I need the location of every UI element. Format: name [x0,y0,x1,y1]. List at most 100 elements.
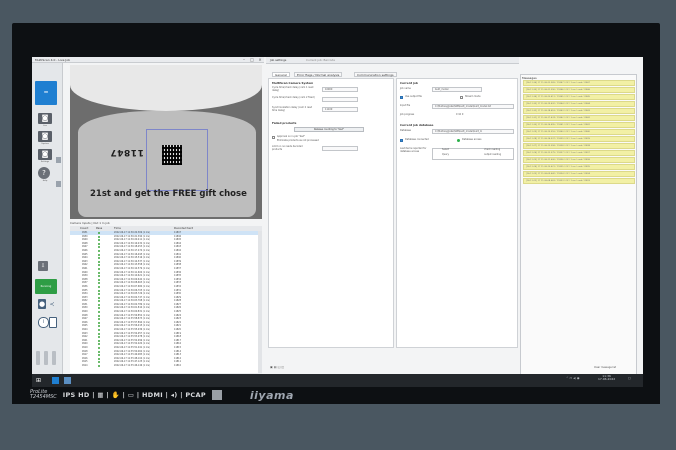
bezel-model: ProLite T2454MSC [30,390,57,400]
share-icon[interactable]: ≺ [48,299,56,309]
input-file-label: Input file [400,104,411,107]
message-item[interactable]: [16:11:35] 17 11:36:21.390 / 11846 / OK … [523,86,635,94]
table-cell: output reading [484,153,502,156]
database-section-title: Current job database [400,123,434,127]
tab-error-flags[interactable]: Error flags / Normal analysis [294,72,343,77]
clock-date: 17.06.2022 [598,377,616,382]
camera-lens-top [70,65,262,111]
limit-label: Limit on no reads decoded products [272,145,303,151]
clear-messages-button[interactable]: Clear message list [594,366,616,369]
table-cell: Query [442,153,449,156]
last-items-label: Last items reported for database access [400,147,427,153]
backdrop [12,404,660,441]
table-row[interactable]: 9914 2022-06-17 11:35:46.146 (1 ms) 11810 [70,364,262,368]
message-item[interactable]: [16:11:33] 17 11:36:19.432 / 11844 / OK … [523,100,635,108]
slider-3-icon[interactable] [52,351,56,365]
limit-input[interactable] [322,146,358,151]
mid-window-subtitle: Current job: Barcode [306,58,335,62]
cycle-delay-input[interactable]: 10000 [322,87,358,92]
camera-view[interactable]: 11847 21st and get the FREE gift chose [70,65,262,219]
message-item[interactable]: [16:11:34] 17 11:36:20.411 / 11845 / OK … [523,93,635,101]
status-button[interactable]: Running [35,279,57,294]
left-window-titlebar: MultiScan 4.0 - Live Job [32,57,264,63]
db-connected-checkbox[interactable] [400,139,403,142]
maximize-icon[interactable]: □ [248,57,256,63]
message-item[interactable]: [16:11:26] 17 11:36:12.579 / 11837 / OK … [523,149,635,157]
left-window-title: MultiScan 4.0 - Live Job [35,58,71,62]
job-progress-value: 0 10 0 [456,113,464,116]
field-label-2: Cycle time/check delay (cam 2 fixed) [272,96,315,99]
close-icon[interactable]: × [256,57,264,63]
minimize-icon[interactable]: – [240,57,248,63]
use-output-label: Use output file [405,95,422,98]
message-item[interactable]: [16:11:32] 17 11:36:18.453 / 11843 / OK … [523,107,635,115]
settings-panel-left [268,78,394,348]
field-label-1: Cycle time/check delay (cam 1 read delay… [272,86,314,92]
database-input[interactable]: C:\MultiLog\Jobs\SKB\built_model\built_m [432,129,514,134]
bezel-model-line2: T2454MSC [30,394,57,400]
camera-text-number: 11847 [110,147,144,157]
tool-label-live: Live [42,125,48,127]
tool-label-capture: Capture [41,143,49,145]
taskbar-app-icon[interactable] [64,377,71,384]
left-toolbar: ━ ◙ Live ◙ Capture ◙ Settings ? Help ⇩ R… [32,63,63,379]
capture-icon[interactable]: ◙ [38,131,52,142]
settings-camera-icon[interactable]: ◙ [38,149,52,160]
monitor-bezel: ProLite T2454MSC IPS HD | ▦ | ✋ | ▭ | HD… [12,386,660,404]
tab-general[interactable]: General [272,72,290,77]
tray-icons[interactable]: ⌃ ▭ ◂) ◉ [566,376,580,380]
desktop-screen: MultiScan 4.0 - Live Job – □ × ━ ◙ Live … [32,57,643,387]
camera-icon[interactable]: ◙ [38,113,52,124]
release-counting-button[interactable]: Release counting to "bad" [294,127,364,132]
bottom-toolbar-icons[interactable]: ▣ ▤ ◱ ◫ [270,366,284,369]
mid-window-titlebar: Job settings Current job: Barcode [266,57,519,64]
message-item[interactable]: [16:11:27] 17 11:36:13.558 / 11838 / OK … [523,142,635,150]
input-file-input[interactable]: C:\MultiLog\Jobs\SKB\built_model\built_m… [432,104,514,109]
info-icon[interactable]: i [38,317,49,328]
iiyama-logo: iiyama [249,388,294,402]
document-icon[interactable] [49,317,57,328]
datamatrix-code [162,145,182,165]
message-item[interactable]: [16:11:28] 17 11:36:14.537 / 11839 / OK … [523,135,635,143]
use-output-checkbox[interactable] [400,96,403,99]
message-item[interactable]: [16:11:31] 17 11:36:17.474 / 11842 / OK … [523,114,635,122]
history-scrollbar[interactable] [258,231,262,373]
stream-mode-label: Stream mode [465,95,481,98]
cycle-delay-2-input[interactable] [322,97,358,102]
windows-start-icon[interactable]: ⊞ [36,377,43,384]
database-label: Database [400,129,411,132]
job-progress-label: Job progress [400,113,415,116]
stream-mode-checkbox[interactable] [460,96,463,99]
download-icon[interactable]: ⇩ [38,261,48,271]
help-icon[interactable]: ? [38,167,50,179]
message-item[interactable]: [16:11:24] 17 11:36:10.621 / 11835 / OK … [523,163,635,170]
message-item[interactable]: [16:11:23] 17 11:36:09.642 / 11834 / OK … [523,170,635,177]
messages-list[interactable]: [16:11:36] 17 11:36:22.369 / 11847 / OK … [523,80,635,185]
message-item[interactable]: [16:11:29] 17 11:36:15.516 / 11840 / OK … [523,128,635,136]
notification-icon[interactable]: ▢ [628,376,631,380]
user-icon[interactable]: ● [38,299,46,309]
slider-2-icon[interactable] [44,351,48,365]
rail-marker [56,157,61,163]
live-view-icon[interactable]: ━ [35,81,57,105]
db-access-indicator [457,139,460,142]
taskbar-app-icon[interactable] [52,377,59,384]
row-text: 11810 [174,363,181,367]
approval-checkbox[interactable] [272,136,275,139]
message-item[interactable]: [16:11:25] 17 11:36:11.600 / 11836 / OK … [523,156,635,164]
tool-label-settings: Settings [40,161,50,163]
rail-marker [56,181,61,187]
slider-1-icon[interactable] [36,351,40,365]
current-job-title: Current job [400,81,418,85]
history-list[interactable]: 9951 2022-06-17 11:36:22.369 (1 ms) 11847 9… [70,231,262,373]
bezel-specs: IPS HD | ▦ | ✋ | ▭ | HDMI | ◂) | PCAP [62,391,206,399]
sync-delay-input[interactable]: 11109 [322,107,358,112]
message-item[interactable]: [16:11:22] 17 11:36:08.663 / 11833 / OK … [523,177,635,184]
tab-communication[interactable]: Communication settings [354,72,397,77]
job-name-input[interactable]: built_model [432,87,482,92]
message-item[interactable]: [16:11:30] 17 11:36:16.495 / 11841 / OK … [523,121,635,129]
table-cell: check reading [484,148,501,151]
clock[interactable]: 11:36 17.06.2022 [598,374,616,382]
field-label-3: Synchronization delay (cam 2 read time d… [272,106,313,112]
message-item[interactable]: [16:11:36] 17 11:36:22.369 / 11847 / OK … [523,80,635,87]
